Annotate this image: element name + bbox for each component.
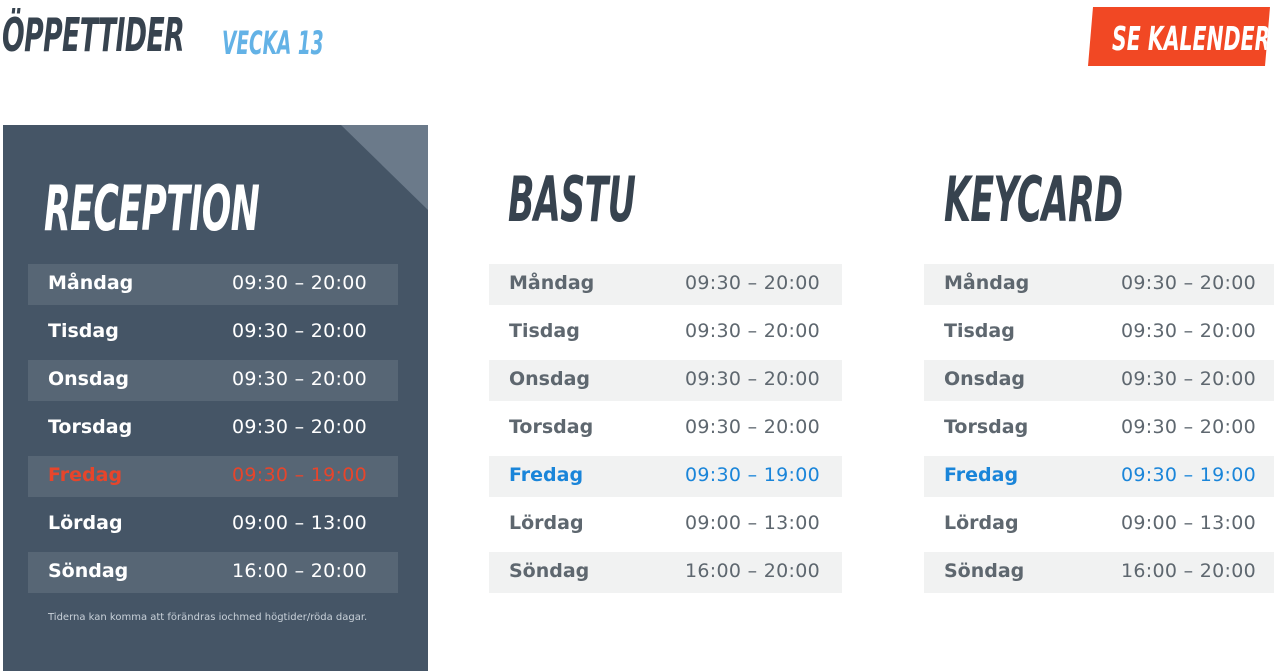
day-label: Söndag [48, 560, 129, 582]
time-range: 09:30 – 20:00 [685, 272, 820, 294]
bastu-row-torsdag: Torsdag 09:30 – 20:00 [489, 408, 842, 449]
time-range: 09:30 – 19:00 [1121, 464, 1256, 486]
keycard-row-lördag: Lördag 09:00 – 13:00 [924, 504, 1274, 545]
time-range: 09:30 – 20:00 [232, 320, 367, 342]
time-range: 16:00 – 20:00 [232, 560, 367, 582]
time-range: 16:00 – 20:00 [685, 560, 820, 582]
time-range: 09:30 – 20:00 [1121, 368, 1256, 390]
time-range: 09:30 – 20:00 [232, 416, 367, 438]
keycard-row-tisdag: Tisdag 09:30 – 20:00 [924, 312, 1274, 353]
reception-row-fredag: Fredag 09:30 – 19:00 [28, 456, 398, 497]
time-range: 09:00 – 13:00 [1121, 512, 1256, 534]
time-range: 09:30 – 19:00 [232, 464, 367, 486]
time-range: 09:30 – 20:00 [232, 368, 367, 390]
day-label: Torsdag [509, 416, 594, 438]
day-label: Tisdag [944, 320, 1015, 342]
bastu-row-tisdag: Tisdag 09:30 – 20:00 [489, 312, 842, 353]
keycard-row-söndag: Söndag 16:00 – 20:00 [924, 552, 1274, 593]
day-label: Söndag [509, 560, 590, 582]
day-label: Söndag [944, 560, 1025, 582]
keycard-title: KEYCARD [944, 163, 1123, 236]
bastu-title: BASTU [508, 163, 636, 236]
page-title: ÖPPETTIDER [2, 8, 185, 62]
reception-row-tisdag: Tisdag 09:30 – 20:00 [28, 312, 398, 353]
day-label: Onsdag [944, 368, 1026, 390]
reception-row-måndag: Måndag 09:30 – 20:00 [28, 264, 398, 305]
day-label: Onsdag [509, 368, 591, 390]
reception-row-onsdag: Onsdag 09:30 – 20:00 [28, 360, 398, 401]
bastu-row-söndag: Söndag 16:00 – 20:00 [489, 552, 842, 593]
day-label: Tisdag [48, 320, 119, 342]
day-label: Fredag [509, 464, 584, 486]
reception-title: RECEPTION [44, 172, 260, 245]
day-label: Tisdag [509, 320, 580, 342]
reception-row-torsdag: Torsdag 09:30 – 20:00 [28, 408, 398, 449]
day-label: Torsdag [48, 416, 133, 438]
day-label: Lördag [509, 512, 584, 534]
time-range: 09:30 – 20:00 [1121, 320, 1256, 342]
time-range: 09:30 – 20:00 [1121, 416, 1256, 438]
day-label: Måndag [944, 272, 1030, 294]
bastu-row-lördag: Lördag 09:00 – 13:00 [489, 504, 842, 545]
reception-row-söndag: Söndag 16:00 – 20:00 [28, 552, 398, 593]
time-range: 16:00 – 20:00 [1121, 560, 1256, 582]
see-calendar-label: SE KALENDER [1112, 19, 1271, 58]
bastu-row-måndag: Måndag 09:30 – 20:00 [489, 264, 842, 305]
time-range: 09:30 – 20:00 [232, 272, 367, 294]
day-label: Fredag [48, 464, 123, 486]
see-calendar-button[interactable]: SE KALENDER [1088, 7, 1270, 66]
reception-row-lördag: Lördag 09:00 – 13:00 [28, 504, 398, 545]
day-label: Måndag [509, 272, 595, 294]
day-label: Fredag [944, 464, 1019, 486]
bastu-row-onsdag: Onsdag 09:30 – 20:00 [489, 360, 842, 401]
bastu-row-fredag: Fredag 09:30 – 19:00 [489, 456, 842, 497]
time-range: 09:30 – 20:00 [685, 416, 820, 438]
time-range: 09:30 – 19:00 [685, 464, 820, 486]
week-label: VECKA 13 [222, 24, 324, 62]
keycard-row-måndag: Måndag 09:30 – 20:00 [924, 264, 1274, 305]
day-label: Onsdag [48, 368, 130, 390]
reception-footnote: Tiderna kan komma att förändras iochmed … [48, 612, 368, 623]
keycard-row-fredag: Fredag 09:30 – 19:00 [924, 456, 1274, 497]
panel-corner-fold [341, 125, 428, 210]
day-label: Lördag [48, 512, 123, 534]
time-range: 09:00 – 13:00 [232, 512, 367, 534]
time-range: 09:00 – 13:00 [685, 512, 820, 534]
day-label: Lördag [944, 512, 1019, 534]
day-label: Torsdag [944, 416, 1029, 438]
time-range: 09:30 – 20:00 [685, 320, 820, 342]
time-range: 09:30 – 20:00 [685, 368, 820, 390]
time-range: 09:30 – 20:00 [1121, 272, 1256, 294]
day-label: Måndag [48, 272, 134, 294]
keycard-row-onsdag: Onsdag 09:30 – 20:00 [924, 360, 1274, 401]
keycard-row-torsdag: Torsdag 09:30 – 20:00 [924, 408, 1274, 449]
